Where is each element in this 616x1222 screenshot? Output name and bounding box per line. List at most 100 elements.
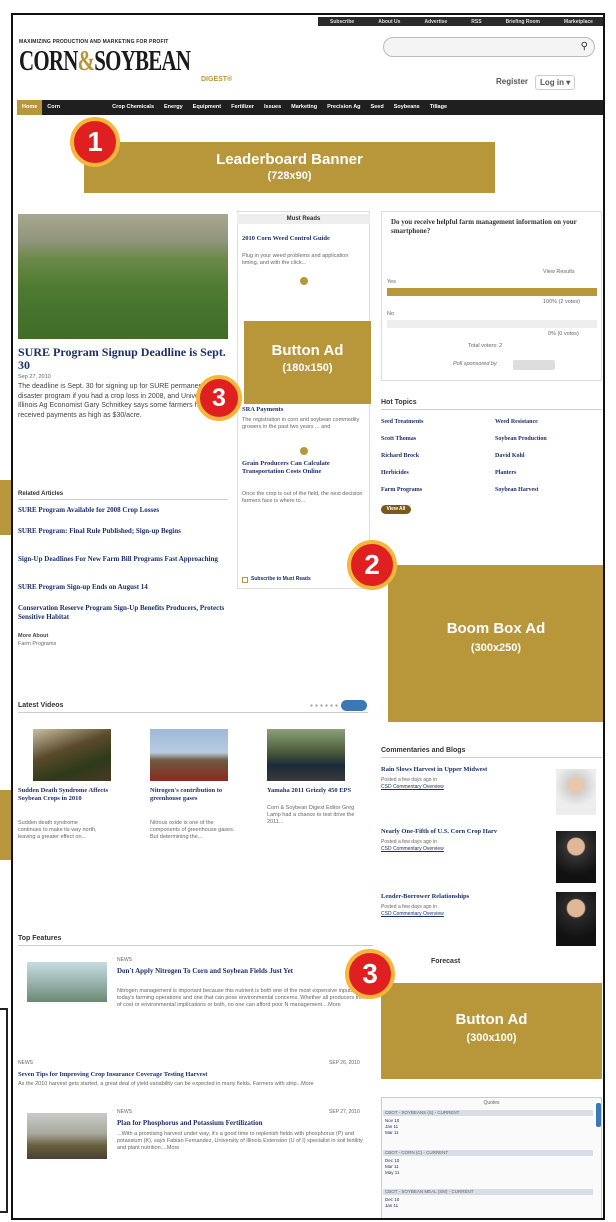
divider xyxy=(18,499,228,500)
carousel-next-button[interactable] xyxy=(341,700,367,711)
topic-link[interactable]: Soybean Production xyxy=(495,436,547,442)
related-heading: Related Articles xyxy=(18,491,64,497)
utility-link[interactable]: RSS xyxy=(471,19,481,25)
video-title[interactable]: Yamaha 2011 Grizzly 450 EPS xyxy=(267,787,362,795)
topic-link[interactable]: Richard Brock xyxy=(381,453,419,459)
button-ad[interactable]: Button Ad (180x150) xyxy=(244,321,371,404)
blog-title[interactable]: Lender-Borrower Relationships xyxy=(381,892,561,901)
related-link[interactable]: Conservation Reserve Program Sign-Up Ben… xyxy=(18,604,233,622)
nav-item[interactable]: Energy xyxy=(159,100,188,115)
button-ad[interactable]: Button Ad (300x100) xyxy=(381,983,602,1079)
search-input[interactable]: ⚲ xyxy=(383,37,595,57)
poll-question: Do you receive helpful farm management i… xyxy=(391,218,577,235)
topic-link[interactable]: Soybean Harvest xyxy=(495,487,539,493)
blog-author[interactable]: CSD Commentary Overview xyxy=(381,846,444,853)
ad-title: Boom Box Ad xyxy=(446,620,546,637)
expand-icon[interactable] xyxy=(300,447,308,455)
related-link[interactable]: SURE Program Available for 2008 Crop Los… xyxy=(18,506,228,515)
topic-link[interactable]: Planters xyxy=(495,470,516,476)
related-link[interactable]: Sign-Up Deadlines For New Farm Bill Prog… xyxy=(18,555,228,564)
feature-date: SEP 26, 2010 xyxy=(329,1060,360,1066)
utility-link[interactable]: Briefing Room xyxy=(506,19,540,25)
blog-author[interactable]: CSD Commentary Overview xyxy=(381,911,444,918)
feature-thumbnail[interactable] xyxy=(27,962,107,1002)
quote-group-name: CBOT - SOYBEAN MEAL (SM) - CURRENT xyxy=(385,1189,474,1194)
related-link[interactable]: SURE Program Sign-up Ends on August 14 xyxy=(18,583,228,592)
video-thumbnail[interactable] xyxy=(267,729,345,781)
poll-option-label: No xyxy=(387,311,395,317)
utility-link[interactable]: About Us xyxy=(378,19,400,25)
divider xyxy=(381,757,602,758)
subscribe-link[interactable]: Subscribe to Must Reads xyxy=(251,576,311,583)
nav-item[interactable]: Precision Ag xyxy=(322,100,365,115)
scrollbar[interactable] xyxy=(596,1103,601,1127)
author-photo xyxy=(556,831,596,883)
nav-item[interactable]: Issues xyxy=(259,100,286,115)
feature-tag: NEWS xyxy=(117,1109,132,1115)
utility-nav: Subscribe About Us Advertise RSS Briefin… xyxy=(318,17,603,26)
site-logo[interactable]: CORN&SOYBEAN xyxy=(19,45,191,78)
forecast-heading: Forecast xyxy=(431,958,461,965)
related-link[interactable]: SURE Program: Final Rule Published; Sign… xyxy=(18,527,228,536)
login-button[interactable]: Log in ▾ xyxy=(535,75,576,90)
nav-item[interactable]: Corn xyxy=(42,100,65,115)
video-thumbnail[interactable] xyxy=(150,729,228,781)
blog-author[interactable]: CSD Commentary Overview xyxy=(381,784,444,791)
must-read-text: The registration in corn and soybean com… xyxy=(242,417,360,430)
feature-tag: NEWS xyxy=(18,1060,33,1066)
feature-title[interactable]: Don't Apply Nitrogen To Corn and Soybean… xyxy=(117,967,372,976)
poll-sponsor: Poll sponsored by xyxy=(453,361,497,367)
ad-number-badge: 2 xyxy=(347,540,397,590)
topic-link[interactable]: Herbicides xyxy=(381,470,409,476)
feature-thumbnail[interactable] xyxy=(27,1113,107,1159)
blog-title[interactable]: Rain Slows Harvest in Upper Midwest xyxy=(381,765,561,774)
topic-link[interactable]: Seed Treatments xyxy=(381,419,424,425)
boom-box-ad[interactable]: Boom Box Ad (300x250) xyxy=(388,565,603,722)
video-text: Nitrous oxide is one of the components o… xyxy=(150,820,235,840)
topic-link[interactable]: David Kohl xyxy=(495,453,525,459)
nav-item[interactable]: Crop Chemicals xyxy=(107,100,159,115)
hot-topics-heading: Hot Topics xyxy=(381,399,417,406)
divider xyxy=(18,945,373,946)
author-photo xyxy=(556,769,596,815)
register-link[interactable]: Register xyxy=(496,77,528,86)
must-read-title[interactable]: Grain Producers Can Calculate Transporta… xyxy=(242,460,366,476)
view-all-button[interactable]: View All xyxy=(381,505,411,514)
expand-icon[interactable] xyxy=(300,277,308,285)
carousel-dots[interactable] xyxy=(309,704,339,707)
nav-item[interactable]: Marketing xyxy=(286,100,322,115)
nav-item[interactable]: Tillage xyxy=(425,100,452,115)
video-thumbnail[interactable] xyxy=(33,729,111,781)
nav-item[interactable]: Soybeans xyxy=(389,100,425,115)
utility-link[interactable]: Advertise xyxy=(424,19,447,25)
video-title[interactable]: Nitrogen's contribution to greenhouse ga… xyxy=(150,787,245,803)
logo-text: SOYBEAN xyxy=(94,45,191,77)
topic-link[interactable]: Weed Resistance xyxy=(495,419,538,425)
poll-bar-yes xyxy=(387,288,597,296)
topic-link[interactable]: Farm Programs xyxy=(381,487,422,493)
utility-link[interactable]: Marketplace xyxy=(564,19,593,25)
nav-item-home[interactable]: Home xyxy=(17,100,43,115)
quote-row[interactable]: May 11 xyxy=(385,1170,399,1176)
utility-link[interactable]: Subscribe xyxy=(330,19,354,25)
search-icon[interactable]: ⚲ xyxy=(581,41,588,52)
feature-title[interactable]: Seven Tips for Improving Crop Insurance … xyxy=(18,1070,373,1079)
quote-row[interactable]: Jan 11 xyxy=(385,1203,398,1209)
sponsor-logo[interactable] xyxy=(513,360,555,370)
must-read-title[interactable]: SRA Payments xyxy=(242,405,366,414)
nav-item[interactable]: Fertilizer xyxy=(226,100,259,115)
more-about-tag[interactable]: Farm Programs xyxy=(18,641,56,648)
video-title[interactable]: Sudden Death Syndrome Affects Soybean Cr… xyxy=(18,787,113,803)
topic-link[interactable]: Scott Thomas xyxy=(381,436,416,442)
lead-story-title[interactable]: SURE Program Signup Deadline is Sept. 30 xyxy=(18,346,233,372)
feature-text: Nitrogen management is important because… xyxy=(117,988,368,1008)
must-read-title[interactable]: 2010 Corn Weed Control Guide xyxy=(242,235,366,243)
quote-row[interactable]: Mar 11 xyxy=(385,1130,399,1136)
view-results-link[interactable]: View Results xyxy=(543,269,575,276)
nav-item[interactable]: Seed xyxy=(366,100,389,115)
feature-title[interactable]: Plan for Phosphorus and Potassium Fertil… xyxy=(117,1119,372,1128)
leaderboard-ad[interactable]: Leaderboard Banner (728x90) xyxy=(84,142,495,193)
nav-item[interactable]: Equipment xyxy=(188,100,226,115)
blog-title[interactable]: Nearly One-Fifth of U.S. Corn Crop Harv xyxy=(381,827,561,836)
lead-story-photo[interactable] xyxy=(18,214,228,339)
